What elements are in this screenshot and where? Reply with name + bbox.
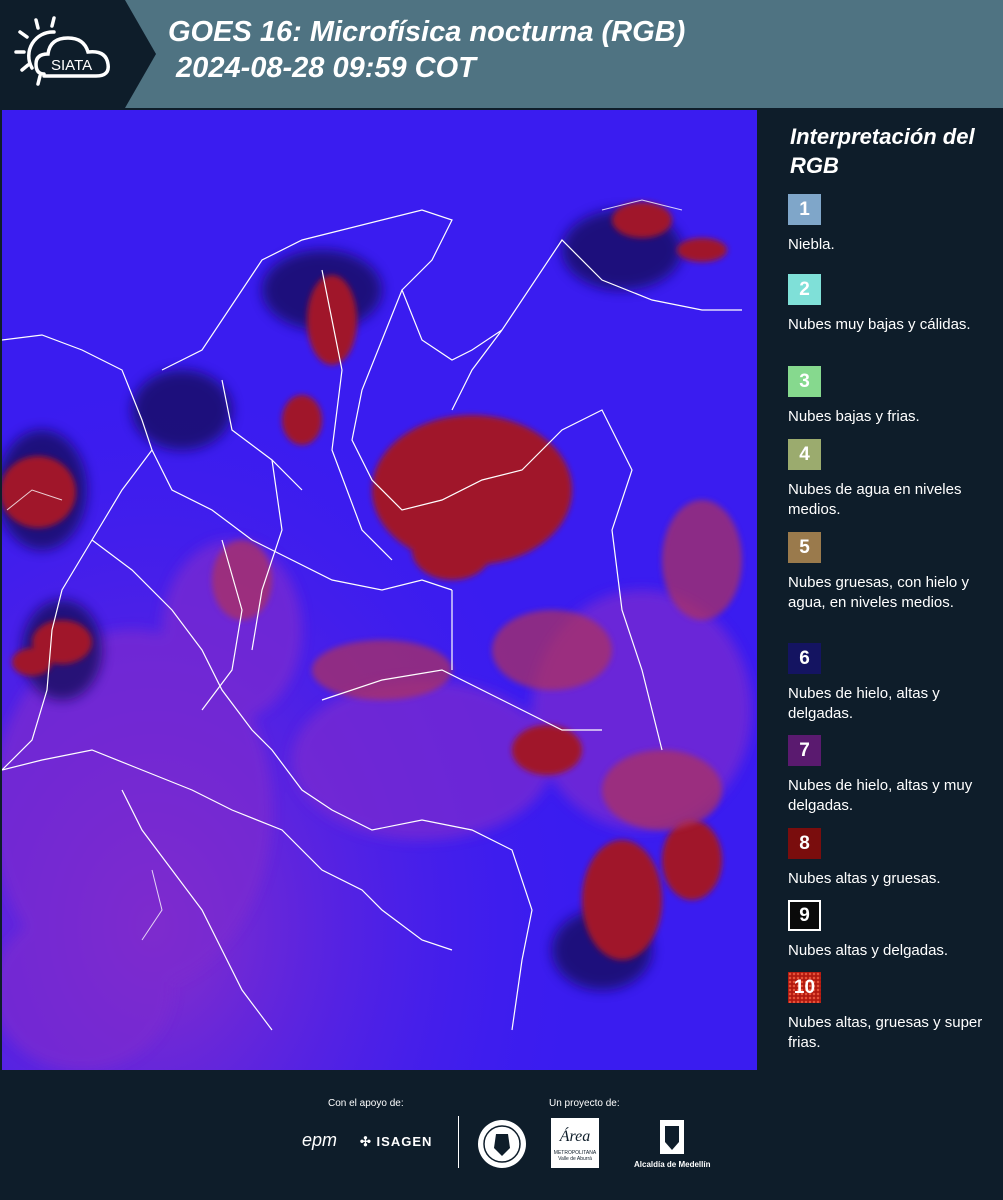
legend-item-9: 9 Nubes altas y delgadas. xyxy=(788,900,998,961)
legend-swatch: 7 xyxy=(788,735,821,766)
support-label: Con el apoyo de: xyxy=(328,1098,404,1109)
legend-swatch: 8 xyxy=(788,828,821,859)
legend-item-3: 3 Nubes bajas y frias. xyxy=(788,366,998,427)
legend-swatch: 5 xyxy=(788,532,821,563)
footer-divider xyxy=(458,1116,459,1168)
legend-swatch: 3 xyxy=(788,366,821,397)
header-bar: SIATA GOES 16: Microfísica nocturna (RGB… xyxy=(0,0,1003,108)
legend-swatch: 2 xyxy=(788,274,821,305)
legend-item-8: 8 Nubes altas y gruesas. xyxy=(788,828,998,889)
legend-label: Nubes bajas y frias. xyxy=(788,408,920,425)
legend-swatch: 4 xyxy=(788,439,821,470)
legend-item-4: 4 Nubes de agua en niveles medios. xyxy=(788,439,998,520)
isagen-text: ISAGEN xyxy=(376,1134,433,1149)
shield-icon xyxy=(660,1120,684,1154)
legend-label: Niebla. xyxy=(788,236,835,253)
area-text: Área xyxy=(559,1128,591,1145)
legend-swatch: 10 xyxy=(788,972,821,1003)
legend-item-7: 7 Nubes de hielo, altas y muy delgadas. xyxy=(788,735,998,816)
legend-label: Nubes altas y delgadas. xyxy=(788,942,949,959)
area-sub-text-2: Valle de Aburrá xyxy=(558,1156,592,1162)
legend-panel: Interpretación del RGB 1 Niebla. 2 Nubes… xyxy=(762,110,1003,1070)
legend-label: Nubes muy bajas y cálidas. xyxy=(788,316,971,333)
legend-item-2: 2 Nubes muy bajas y cálidas. xyxy=(788,274,998,335)
footer: Con el apoyo de: Un proyecto de: epm ✣ I… xyxy=(0,1072,1003,1200)
legend-item-10: 10 Nubes altas, gruesas y super frias. xyxy=(788,972,998,1053)
satellite-map xyxy=(0,110,757,1070)
legend-swatch: 1 xyxy=(788,194,821,225)
legend-item-5: 5 Nubes gruesas, con hielo y agua, en ni… xyxy=(788,532,998,613)
alcaldia-text: Alcaldía de Medellín xyxy=(634,1160,711,1169)
project-label: Un proyecto de: xyxy=(549,1098,620,1109)
legend-label: Nubes de agua en niveles medios. xyxy=(788,481,962,518)
legend-label: Nubes altas, gruesas y super frias. xyxy=(788,1014,983,1051)
legend-title: Interpretación del RGB xyxy=(790,124,975,178)
isagen-logo: ✣ ISAGEN xyxy=(360,1134,432,1150)
epm-logo: epm xyxy=(302,1130,337,1151)
legend-label: Nubes de hielo, altas y muy delgadas. xyxy=(788,777,973,814)
legend-label: Nubes de hielo, altas y delgadas. xyxy=(788,685,940,722)
legend-item-1: 1 Niebla. xyxy=(788,194,998,255)
title-line-2: 2024-08-28 09:59 COT xyxy=(168,52,476,84)
legend-swatch: 9 xyxy=(788,900,821,931)
sun-cloud-icon: SIATA xyxy=(14,16,110,86)
epm-text: epm xyxy=(302,1130,338,1150)
siata-logo: SIATA xyxy=(0,0,156,108)
logo-text: SIATA xyxy=(51,57,92,74)
seal-logo xyxy=(476,1118,528,1175)
legend-swatch: 6 xyxy=(788,643,821,674)
isagen-icon: ✣ xyxy=(360,1134,372,1149)
legend-label: Nubes gruesas, con hielo y agua, en nive… xyxy=(788,574,969,611)
area-metropolitana-logo: Área METROPOLITANA Valle de Aburrá xyxy=(551,1118,599,1168)
legend-item-6: 6 Nubes de hielo, altas y delgadas. xyxy=(788,643,998,724)
alcaldia-logo: Alcaldía de Medellín xyxy=(634,1118,710,1169)
title-line-1: GOES 16: Microfísica nocturna (RGB) xyxy=(168,16,686,48)
legend-label: Nubes altas y gruesas. xyxy=(788,870,941,887)
page-title: GOES 16: Microfísica nocturna (RGB) 2024… xyxy=(168,14,685,86)
